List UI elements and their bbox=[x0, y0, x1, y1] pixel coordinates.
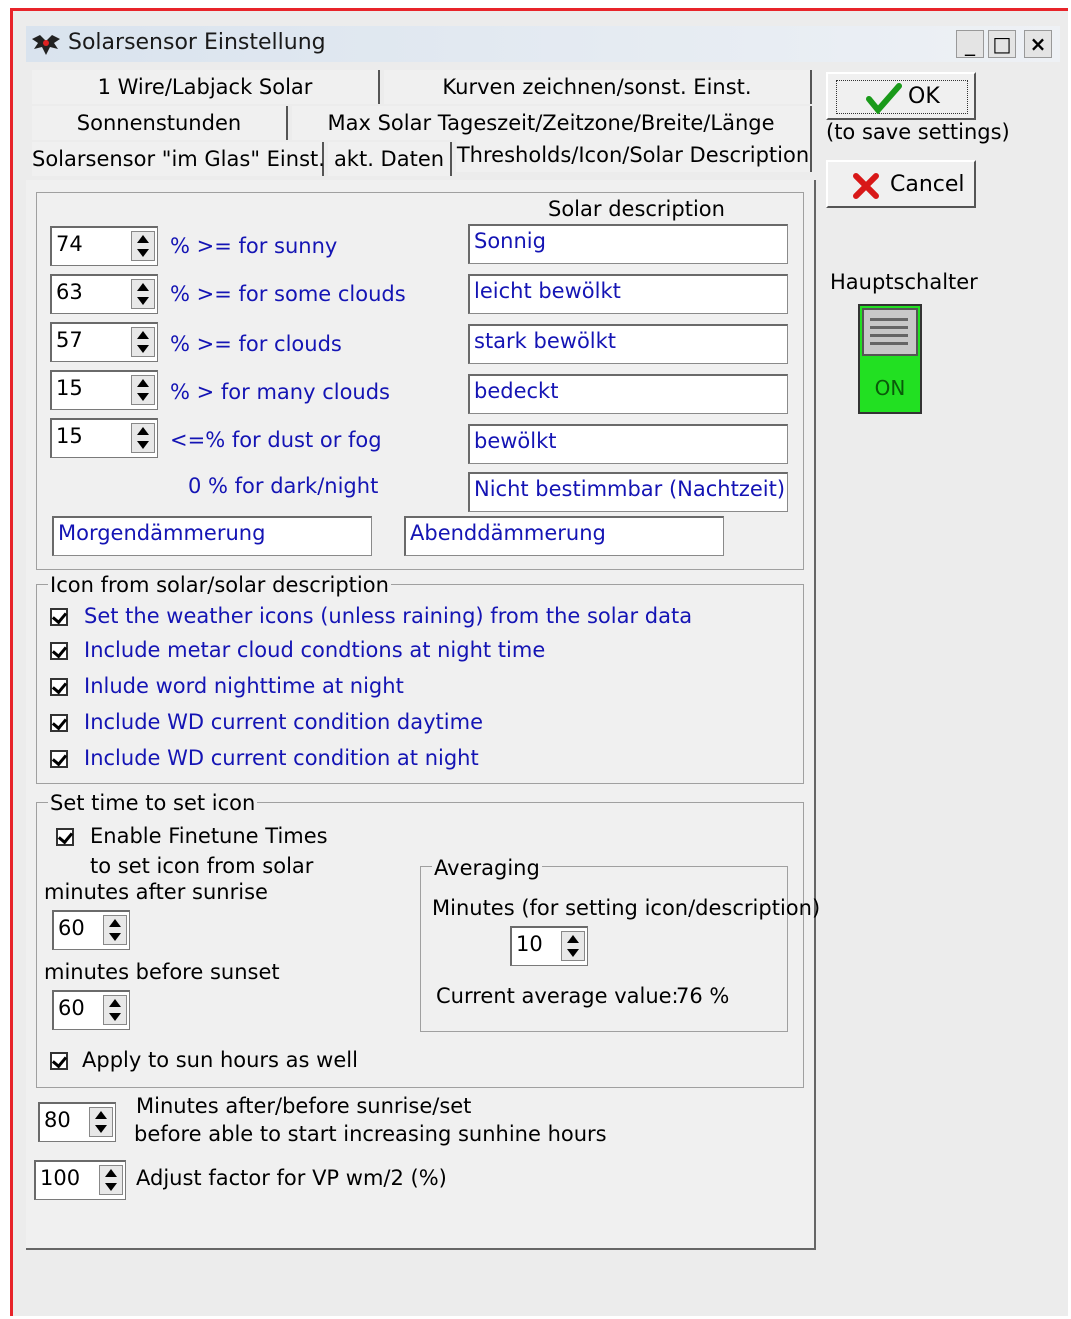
tab-sonnenstunden[interactable]: Sonnenstunden bbox=[32, 106, 288, 140]
sunhours-line1: Minutes after/before sunrise/set bbox=[136, 1094, 472, 1118]
set-weather-icons-label: Set the weather icons (unless raining) f… bbox=[84, 604, 693, 628]
tab-1wire-labjack[interactable]: 1 Wire/Labjack Solar bbox=[32, 70, 380, 104]
many-clouds-threshold-label: % > for many clouds bbox=[170, 380, 390, 404]
tab-thresholds[interactable]: Thresholds/Icon/Solar Description bbox=[456, 138, 812, 172]
sunny-threshold-label: % >= for sunny bbox=[170, 234, 338, 258]
adjust-factor-label: Adjust factor for VP wm/2 (%) bbox=[136, 1166, 447, 1190]
spinner-arrows-icon[interactable] bbox=[131, 423, 155, 453]
spinner-arrows-icon[interactable] bbox=[131, 375, 155, 405]
some-clouds-description-field[interactable]: leicht bewölkt bbox=[468, 274, 788, 314]
sunhours-line2: before able to start increasing sunhine … bbox=[134, 1122, 607, 1146]
include-wd-night-label: Include WD current condition at night bbox=[84, 746, 479, 770]
main-switch-state: ON bbox=[874, 376, 906, 400]
tab-akt-daten[interactable]: akt. Daten bbox=[328, 142, 452, 176]
averaging-minutes-label: Minutes (for setting icon/description) bbox=[432, 896, 821, 920]
cancel-button[interactable]: Cancel bbox=[826, 160, 976, 208]
before-sunset-spinner[interactable]: 60 bbox=[52, 990, 130, 1030]
ok-note: (to save settings) bbox=[826, 120, 1010, 144]
close-button[interactable]: × bbox=[1024, 30, 1052, 58]
include-metar-checkbox[interactable] bbox=[50, 642, 68, 660]
sunny-threshold-spinner[interactable]: 74 bbox=[50, 226, 158, 266]
include-wd-daytime-checkbox[interactable] bbox=[50, 714, 68, 732]
before-sunset-label: minutes before sunset bbox=[44, 960, 280, 984]
after-sunrise-spinner[interactable]: 60 bbox=[52, 910, 130, 950]
spinner-arrows-icon[interactable] bbox=[103, 915, 127, 945]
some-clouds-threshold-label: % >= for some clouds bbox=[170, 282, 406, 306]
app-icon bbox=[32, 35, 60, 55]
window-title: Solarsensor Einstellung bbox=[68, 30, 326, 55]
sunny-description-field[interactable]: Sonnig bbox=[468, 224, 788, 264]
include-wd-daytime-label: Include WD current condition daytime bbox=[84, 710, 483, 734]
sunny-threshold-value: 74 bbox=[56, 232, 83, 256]
spinner-arrows-icon[interactable] bbox=[103, 995, 127, 1025]
adjust-factor-spinner[interactable]: 100 bbox=[34, 1160, 126, 1200]
minimize-button[interactable]: _ bbox=[956, 30, 984, 58]
current-average-value: 76 % bbox=[676, 984, 730, 1008]
after-sunrise-value: 60 bbox=[58, 916, 85, 940]
icon-settings-legend: Icon from solar/solar description bbox=[48, 573, 391, 597]
averaging-minutes-value: 10 bbox=[516, 932, 543, 956]
clouds-description-field[interactable]: stark bewölkt bbox=[468, 324, 788, 364]
solar-description-header: Solar description bbox=[548, 197, 725, 221]
enable-finetune-checkbox[interactable] bbox=[56, 828, 74, 846]
spinner-arrows-icon[interactable] bbox=[131, 231, 155, 261]
clouds-threshold-value: 57 bbox=[56, 328, 83, 352]
ok-button[interactable]: OK bbox=[826, 72, 976, 120]
tab-max-solar[interactable]: Max Solar Tageszeit/Zeitzone/Breite/Läng… bbox=[292, 106, 812, 140]
spinner-arrows-icon[interactable] bbox=[131, 327, 155, 357]
averaging-minutes-spinner[interactable]: 10 bbox=[510, 926, 588, 966]
ok-label: OK bbox=[908, 84, 940, 109]
main-switch-toggle[interactable]: ON bbox=[858, 304, 922, 414]
set-weather-icons-checkbox[interactable] bbox=[50, 608, 68, 626]
current-average-label: Current average value: bbox=[436, 984, 679, 1008]
tab-kurven[interactable]: Kurven zeichnen/sonst. Einst. bbox=[384, 70, 812, 104]
dawn-description-field[interactable]: Morgendämmerung bbox=[52, 516, 372, 556]
adjust-factor-value: 100 bbox=[40, 1166, 81, 1190]
include-metar-label: Include metar cloud condtions at night t… bbox=[84, 638, 546, 662]
many-clouds-description-field[interactable]: bedeckt bbox=[468, 374, 788, 414]
apply-sun-hours-checkbox[interactable] bbox=[50, 1052, 68, 1070]
maximize-button[interactable]: □ bbox=[988, 30, 1016, 58]
finetune-sub-label: to set icon from solar bbox=[90, 854, 314, 878]
dust-fog-threshold-value: 15 bbox=[56, 424, 83, 448]
spinner-arrows-icon[interactable] bbox=[131, 279, 155, 309]
include-nighttime-word-label: Inlude word nighttime at night bbox=[84, 674, 404, 698]
include-nighttime-word-checkbox[interactable] bbox=[50, 678, 68, 696]
dusk-description-field[interactable]: Abenddämmerung bbox=[404, 516, 724, 556]
dust-fog-description-field[interactable]: bewölkt bbox=[468, 424, 788, 464]
many-clouds-threshold-spinner[interactable]: 15 bbox=[50, 370, 158, 410]
checkmark-icon bbox=[866, 83, 902, 114]
main-switch-label: Hauptschalter bbox=[830, 270, 978, 294]
spinner-arrows-icon[interactable] bbox=[561, 931, 585, 961]
averaging-legend: Averaging bbox=[432, 856, 542, 880]
some-clouds-threshold-spinner[interactable]: 63 bbox=[50, 274, 158, 314]
many-clouds-threshold-value: 15 bbox=[56, 376, 83, 400]
sunhours-minutes-value: 80 bbox=[44, 1108, 71, 1132]
some-clouds-threshold-value: 63 bbox=[56, 280, 83, 304]
set-time-legend: Set time to set icon bbox=[48, 791, 258, 815]
night-description-field[interactable]: Nicht bestimmbar (Nachtzeit) bbox=[468, 472, 788, 512]
night-threshold-label: 0 % for dark/night bbox=[188, 474, 379, 498]
include-wd-night-checkbox[interactable] bbox=[50, 750, 68, 768]
sunhours-minutes-spinner[interactable]: 80 bbox=[38, 1102, 116, 1142]
cancel-label: Cancel bbox=[890, 172, 965, 197]
tab-solarsensor-glas[interactable]: Solarsensor "im Glas" Einst. bbox=[32, 142, 325, 176]
enable-finetune-label: Enable Finetune Times bbox=[90, 824, 328, 848]
clouds-threshold-label: % >= for clouds bbox=[170, 332, 342, 356]
cancel-x-icon bbox=[853, 173, 879, 199]
dust-fog-threshold-spinner[interactable]: 15 bbox=[50, 418, 158, 458]
apply-sun-hours-label: Apply to sun hours as well bbox=[82, 1048, 358, 1072]
spinner-arrows-icon[interactable] bbox=[89, 1107, 113, 1137]
clouds-threshold-spinner[interactable]: 57 bbox=[50, 322, 158, 362]
dust-fog-threshold-label: <=% for dust or fog bbox=[170, 428, 382, 452]
before-sunset-value: 60 bbox=[58, 996, 85, 1020]
spinner-arrows-icon[interactable] bbox=[99, 1165, 123, 1195]
after-sunrise-label: minutes after sunrise bbox=[44, 880, 268, 904]
